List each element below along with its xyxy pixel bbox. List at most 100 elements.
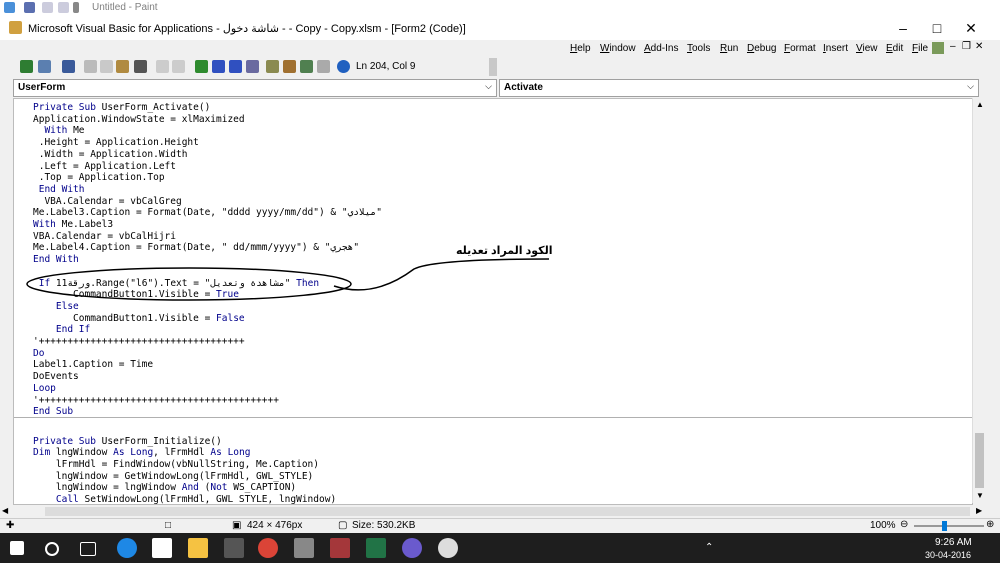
tray-chevron-icon[interactable]: ⌃ — [705, 542, 713, 553]
paste-icon[interactable] — [116, 60, 129, 73]
code-line[interactable]: Call SetWindowLong(lFrmHdl, GWL_STYLE, l… — [33, 494, 336, 504]
code-line[interactable]: CommandButton1.Visible = True — [33, 289, 239, 300]
menu-edit[interactable]: Edit — [886, 43, 903, 54]
code-line[interactable]: .Top = Application.Top — [33, 172, 165, 183]
maximize-button[interactable]: □ — [922, 19, 952, 37]
excel-icon[interactable] — [366, 538, 386, 558]
close-button[interactable]: ✕ — [956, 19, 986, 37]
code-line[interactable]: End With — [33, 254, 79, 265]
zoom-in-button[interactable]: ⊕ — [986, 519, 994, 530]
code-editor[interactable]: Private Sub UserForm_Activate() Applicati… — [13, 98, 973, 505]
zoom-slider[interactable] — [914, 521, 984, 531]
app-icon[interactable] — [294, 538, 314, 558]
code-line[interactable]: Label1.Caption = Time — [33, 359, 153, 370]
customize-arrow-icon[interactable] — [73, 2, 79, 13]
code-line[interactable]: If 11ورقة.Range("l6").Text = "مشاهدة وتع… — [33, 278, 319, 289]
clock-date[interactable]: 30-04-2016 — [925, 550, 971, 560]
break-icon[interactable] — [212, 60, 225, 73]
scroll-thumb-horizontal[interactable] — [45, 507, 970, 516]
mdi-close-button[interactable]: ✕ — [975, 41, 983, 52]
scroll-down-icon[interactable]: ▼ — [976, 491, 984, 500]
find-icon[interactable] — [134, 60, 147, 73]
calculator-icon[interactable] — [224, 538, 244, 558]
file-explorer-icon[interactable] — [188, 538, 208, 558]
copy-icon[interactable] — [100, 60, 113, 73]
object-browser-icon[interactable] — [300, 60, 313, 73]
code-line[interactable]: Application.WindowState = xlMaximized — [33, 114, 245, 125]
code-line[interactable]: With Me.Label3 — [33, 219, 113, 230]
zoom-slider-thumb[interactable] — [942, 521, 947, 531]
tray-icons[interactable] — [722, 543, 910, 553]
code-line[interactable]: .Left = Application.Left — [33, 161, 176, 172]
project-explorer-icon[interactable] — [266, 60, 279, 73]
code-line[interactable]: Me.Label4.Caption = Format(Date, " dd/mm… — [33, 242, 359, 253]
code-line[interactable]: Dim lngWindow As Long, lFrmHdl As Long — [33, 447, 250, 458]
menu-format[interactable]: Format — [784, 43, 816, 54]
toolbox-icon[interactable] — [317, 60, 330, 73]
store-icon[interactable] — [152, 538, 172, 558]
menu-view[interactable]: View — [856, 43, 878, 54]
menu-addins[interactable]: Add-Ins — [644, 43, 678, 54]
code-line[interactable]: End With — [33, 184, 85, 195]
access-icon[interactable] — [330, 538, 350, 558]
scroll-right-icon[interactable]: ▶ — [976, 506, 982, 515]
menu-tools[interactable]: Tools — [687, 43, 710, 54]
code-line[interactable]: .Height = Application.Height — [33, 137, 199, 148]
redo-icon[interactable] — [58, 2, 69, 13]
menu-insert[interactable]: Insert — [823, 43, 848, 54]
code-line[interactable]: Private Sub UserForm_Initialize() — [33, 436, 222, 447]
help-icon[interactable] — [337, 60, 350, 73]
code-line[interactable]: With Me — [33, 125, 84, 136]
code-line[interactable]: Me.Label3.Caption = Format(Date, "dddd y… — [33, 207, 382, 218]
cut-icon[interactable] — [84, 60, 97, 73]
clock-time[interactable]: 9:26 AM — [935, 537, 972, 548]
paint-icon[interactable] — [438, 538, 458, 558]
code-line[interactable]: End If — [33, 324, 90, 335]
procedure-combo[interactable]: Activate ⌵ — [499, 79, 979, 97]
code-line[interactable]: lFrmHdl = FindWindow(vbNullString, Me.Ca… — [33, 459, 319, 470]
code-line[interactable]: '++++++++++++++++++++++++++++++++++++ — [33, 336, 245, 347]
code-line[interactable]: '+++++++++++++++++++++++++++++++++++++++… — [33, 395, 279, 406]
menu-debug[interactable]: Debug — [747, 43, 776, 54]
app-icon-2[interactable] — [402, 538, 422, 558]
properties-icon[interactable] — [283, 60, 296, 73]
horizontal-scrollbar[interactable]: ◀ ▶ — [0, 505, 1000, 518]
undo-icon[interactable] — [42, 2, 53, 13]
chrome-icon[interactable] — [258, 538, 278, 558]
reset-icon[interactable] — [229, 60, 242, 73]
mdi-minimize-button[interactable]: – — [950, 41, 956, 52]
menu-window[interactable]: Window — [600, 43, 636, 54]
view-excel-icon[interactable] — [20, 60, 33, 73]
save-icon[interactable] — [62, 60, 75, 73]
scroll-up-icon[interactable]: ▲ — [976, 100, 984, 109]
scroll-thumb[interactable] — [975, 433, 984, 488]
start-windows-icon[interactable] — [10, 541, 24, 555]
task-view-icon[interactable] — [80, 542, 96, 556]
undo-icon[interactable] — [156, 60, 169, 73]
edge-icon[interactable] — [117, 538, 137, 558]
code-line[interactable]: lngWindow = lngWindow And (Not WS_CAPTIO… — [33, 482, 296, 493]
menu-file[interactable]: File — [912, 43, 928, 54]
code-line[interactable]: VBA.Calendar = vbCalGreg — [33, 196, 181, 207]
code-line[interactable]: VBA.Calendar = vbCalHijri — [33, 231, 176, 242]
scroll-left-icon[interactable]: ◀ — [2, 506, 8, 515]
code-line[interactable]: End Sub — [33, 406, 73, 417]
code-line[interactable]: Else — [33, 301, 79, 312]
design-mode-icon[interactable] — [246, 60, 259, 73]
code-line[interactable]: Private Sub UserForm_Activate() — [33, 102, 210, 113]
vba-menu-icon[interactable] — [932, 42, 944, 54]
object-combo[interactable]: UserForm ⌵ — [13, 79, 497, 97]
search-icon[interactable] — [45, 542, 59, 556]
code-line[interactable]: Do — [33, 348, 44, 359]
code-line[interactable]: Loop — [33, 383, 56, 394]
save-icon[interactable] — [24, 2, 35, 13]
insert-userform-icon[interactable] — [38, 60, 51, 73]
code-line[interactable]: CommandButton1.Visible = False — [33, 313, 245, 324]
code-line[interactable]: .Width = Application.Width — [33, 149, 188, 160]
code-line[interactable]: lngWindow = GetWindowLong(lFrmHdl, GWL_S… — [33, 471, 313, 482]
run-icon[interactable] — [195, 60, 208, 73]
mdi-restore-button[interactable]: ❐ — [962, 41, 971, 52]
menu-help[interactable]: Help — [570, 43, 591, 54]
minimize-button[interactable]: – — [888, 19, 918, 37]
zoom-out-button[interactable]: ⊖ — [900, 519, 908, 530]
